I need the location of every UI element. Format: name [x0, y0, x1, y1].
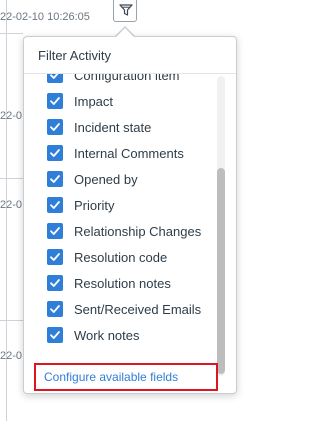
checkmark-icon [50, 74, 59, 79]
checkmark-icon [50, 201, 60, 209]
filter-item[interactable]: Sent/Received Emails [47, 297, 201, 321]
filter-item[interactable]: Opened by [47, 167, 138, 191]
checkbox[interactable] [47, 74, 63, 83]
checkmark-icon [50, 123, 60, 131]
filter-list[interactable]: Configuration item Impact Incident state In… [24, 74, 238, 366]
filter-item[interactable]: Internal Comments [47, 141, 184, 165]
checkbox[interactable] [47, 301, 63, 317]
checkbox[interactable] [47, 145, 63, 161]
filter-item[interactable]: Priority [47, 193, 114, 217]
filter-item-label: Relationship Changes [74, 223, 202, 239]
checkbox[interactable] [47, 197, 63, 213]
filter-item-label: Priority [74, 197, 115, 213]
filter-icon [119, 4, 133, 16]
checkmark-icon [50, 149, 60, 157]
filter-item-label: Sent/Received Emails [74, 301, 202, 317]
checkbox[interactable] [47, 171, 63, 187]
checkbox[interactable] [47, 327, 63, 343]
filter-item-label: Opened by [74, 171, 138, 187]
activity-divider [0, 320, 23, 321]
filter-activity-popup: Filter Activity Configuration item Impact… [23, 36, 237, 394]
filter-item[interactable]: Impact [47, 89, 113, 113]
checkbox[interactable] [47, 249, 63, 265]
checkmark-icon [50, 253, 60, 261]
filter-item-label: Configuration item [74, 74, 180, 83]
checkmark-icon [50, 279, 60, 287]
checkmark-icon [50, 97, 60, 105]
filter-item[interactable]: Relationship Changes [47, 219, 201, 243]
popup-caret-fill [116, 28, 134, 37]
activity-date-fragment: 22-0 [0, 350, 23, 362]
activity-divider [0, 33, 23, 34]
filter-item[interactable]: Incident state [47, 115, 151, 139]
activity-date-fragment: 22-0 [0, 199, 23, 211]
filter-item-label: Work notes [74, 327, 140, 343]
filter-item-label: Resolution code [74, 249, 168, 265]
filter-item[interactable]: Configuration item [47, 74, 180, 87]
filter-activity-button[interactable] [113, 0, 137, 22]
filter-item-label: Resolution notes [74, 275, 171, 291]
configure-fields-link[interactable]: Configure available fields [44, 370, 178, 384]
configure-fields-highlight: Configure available fields [34, 363, 218, 391]
popup-title: Filter Activity [38, 48, 111, 63]
filter-item[interactable]: Resolution notes [47, 271, 171, 295]
checkbox[interactable] [47, 93, 63, 109]
checkbox[interactable] [47, 119, 63, 135]
checkmark-icon [50, 331, 60, 339]
filter-item[interactable]: Work notes [47, 323, 140, 347]
activity-timestamp: 22-02-10 10:26:05 [0, 11, 90, 23]
filter-item[interactable]: Resolution code [47, 245, 167, 269]
checkbox[interactable] [47, 223, 63, 239]
activity-divider [0, 178, 23, 179]
checkbox[interactable] [47, 275, 63, 291]
filter-item-label: Impact [74, 93, 114, 109]
filter-item-label: Incident state [74, 119, 152, 135]
filter-item-label: Internal Comments [74, 145, 184, 161]
scrollbar-thumb[interactable] [217, 168, 225, 374]
checkmark-icon [50, 227, 60, 235]
checkmark-icon [50, 175, 60, 183]
checkmark-icon [50, 305, 60, 313]
activity-date-fragment: 22-0 [0, 110, 23, 122]
